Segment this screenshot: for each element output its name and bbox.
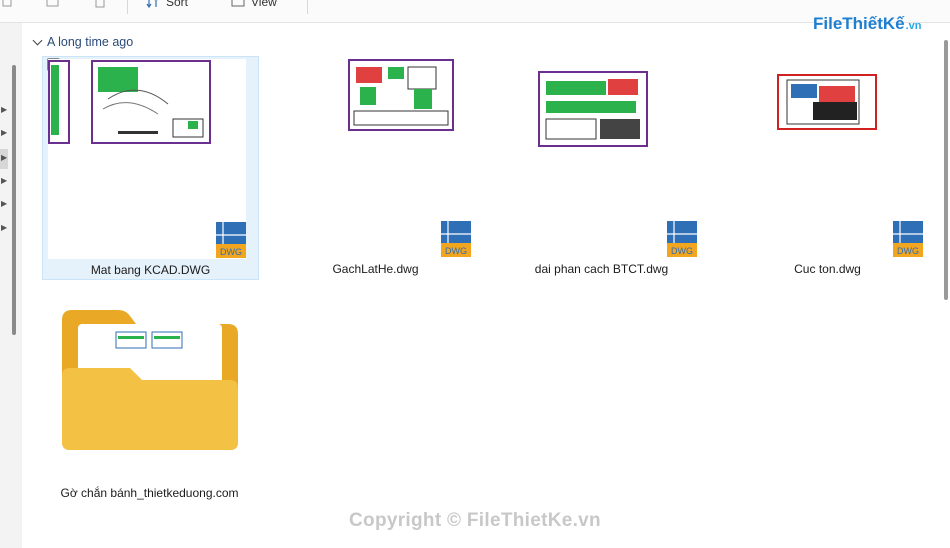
folder-name[interactable]: Gờ chắn bánh_thietkeduong.com xyxy=(42,486,257,500)
chevron-right-icon[interactable]: ▶ xyxy=(1,199,7,208)
dwg-file-icon: DWG xyxy=(215,221,247,259)
toolbar-separator xyxy=(307,0,308,14)
dwg-badge: DWG xyxy=(897,246,919,256)
file-name[interactable]: Cuc ton.dwg xyxy=(720,262,935,276)
cad-drawing-preview xyxy=(777,74,877,130)
group-header[interactable]: A long time ago xyxy=(32,35,134,49)
folder-tile[interactable]: Gờ chắn bánh_thietkeduong.com xyxy=(42,300,257,522)
sort-label: Sort xyxy=(166,0,189,9)
chevron-right-icon[interactable]: ▶ xyxy=(1,176,7,185)
dwg-badge: DWG xyxy=(445,246,467,256)
view-label: View xyxy=(251,0,277,9)
file-tile[interactable]: DWG Cuc ton.dwg xyxy=(720,56,935,278)
folder-icon xyxy=(62,310,238,450)
toolbar-separator xyxy=(127,0,128,14)
dwg-badge: DWG xyxy=(220,247,242,257)
chevron-down-icon xyxy=(32,35,43,45)
chevron-right-icon[interactable]: ▶ xyxy=(1,105,7,114)
chevron-right-icon[interactable]: ▶ xyxy=(1,153,7,162)
command-bar: Sort View xyxy=(0,0,950,23)
file-tile[interactable]: DWG dai phan cach BTCT.dwg xyxy=(494,56,709,278)
content-scrollbar[interactable] xyxy=(944,40,948,300)
file-name[interactable]: Mat bang KCAD.DWG xyxy=(43,263,258,277)
file-tile[interactable]: DWG Mat bang KCAD.DWG xyxy=(42,56,259,280)
file-tile[interactable]: DWG GachLatHe.dwg xyxy=(268,56,483,278)
file-thumbnail xyxy=(538,71,648,147)
share-icon[interactable] xyxy=(46,0,60,10)
view-button[interactable]: View xyxy=(231,0,277,10)
navigation-pane: ▶ ▶ ▶ ▶ ▶ ▶ xyxy=(0,23,22,548)
cad-drawing-preview xyxy=(348,59,454,131)
file-name[interactable]: GachLatHe.dwg xyxy=(268,262,483,276)
copy-icon[interactable] xyxy=(2,0,14,10)
nav-scrollbar[interactable] xyxy=(12,65,16,335)
dwg-file-icon: DWG xyxy=(892,220,924,258)
file-thumbnail xyxy=(777,74,877,130)
brand-logo: FileThiếtKế .vn xyxy=(813,14,922,34)
dwg-file-icon: DWG xyxy=(440,220,472,258)
file-name[interactable]: dai phan cach BTCT.dwg xyxy=(494,262,709,276)
view-icon xyxy=(231,0,245,7)
dwg-file-icon: DWG xyxy=(666,220,698,258)
brand-name: FileThiếtKế xyxy=(813,14,905,33)
dwg-badge: DWG xyxy=(671,246,693,256)
chevron-right-icon[interactable]: ▶ xyxy=(1,223,7,232)
chevron-right-icon[interactable]: ▶ xyxy=(1,128,7,137)
sort-button[interactable]: Sort xyxy=(146,0,188,10)
group-title: A long time ago xyxy=(47,35,134,49)
delete-icon[interactable] xyxy=(94,0,106,10)
sort-icon xyxy=(146,0,158,8)
file-thumbnail xyxy=(348,59,454,131)
cad-drawing-preview xyxy=(538,71,648,147)
copyright-watermark: Copyright © FileThietKe.vn xyxy=(349,510,601,531)
brand-suffix: .vn xyxy=(905,20,922,32)
